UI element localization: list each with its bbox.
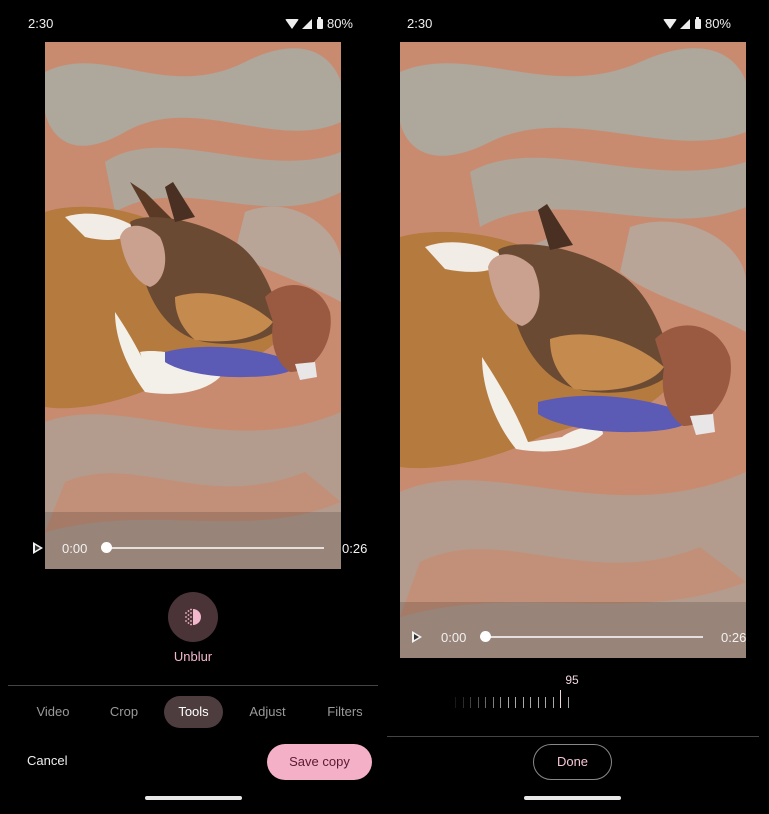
unblur-icon [185, 608, 201, 626]
cancel-button[interactable]: Cancel [27, 753, 67, 768]
slider-tick [530, 697, 531, 708]
tab-crop[interactable]: Crop [98, 696, 150, 728]
duration: 0:26 [721, 630, 747, 645]
slider-tick [522, 697, 524, 708]
slider-tick [492, 697, 494, 708]
slider-tick [515, 697, 516, 708]
slider-tick [552, 697, 554, 708]
seek-thumb[interactable] [480, 631, 491, 642]
tab-adjust[interactable]: Adjust [240, 696, 295, 728]
video-preview[interactable] [400, 42, 746, 658]
divider [8, 685, 378, 686]
video-frame [45, 42, 341, 569]
tab-video[interactable]: Video [27, 696, 79, 728]
save-copy-button[interactable]: Save copy [267, 744, 372, 780]
video-player-controls: 0:00 0:26 [385, 625, 769, 649]
slider-tick [567, 697, 569, 708]
play-icon[interactable] [33, 542, 43, 554]
status-bar: 2:30 80% [385, 14, 769, 34]
slider-current-tick [560, 690, 561, 708]
slider-tick [455, 697, 456, 708]
battery-icon [316, 16, 323, 29]
unblur-tool-button[interactable] [168, 592, 218, 642]
slider-tick [537, 697, 539, 708]
cellular-signal-icon [679, 18, 690, 29]
slider-tick [470, 697, 471, 708]
unblur-tool-label: Unblur [173, 649, 213, 664]
seek-bar[interactable] [107, 547, 324, 549]
gesture-navigation-handle[interactable] [145, 796, 242, 800]
seek-thumb[interactable] [101, 542, 112, 553]
editor-screen-tools: 2:30 80% 0:00 0:26 Unblur Video Crop Too… [0, 0, 385, 814]
video-player-controls: 0:00 0:26 [0, 536, 385, 560]
battery-percent: 80% [704, 16, 731, 31]
slider-tick [485, 697, 486, 708]
video-frame [400, 42, 746, 658]
gesture-navigation-handle[interactable] [524, 796, 621, 800]
editor-tabs: Video Crop Tools Adjust Filters [0, 696, 385, 728]
seek-bar[interactable] [486, 636, 703, 638]
divider [387, 736, 759, 737]
status-time: 2:30 [28, 16, 54, 31]
video-preview[interactable] [45, 42, 341, 569]
cellular-signal-icon [301, 18, 312, 29]
slider-tick [477, 697, 479, 708]
status-bar: 2:30 80% [0, 14, 385, 34]
play-icon[interactable] [412, 631, 422, 643]
unblur-strength-slider[interactable] [455, 690, 585, 710]
unblur-strength-value: 95 [565, 673, 579, 687]
slider-tick [507, 697, 509, 708]
wifi-icon [662, 18, 677, 29]
status-time: 2:30 [407, 16, 433, 31]
slider-tick [500, 697, 501, 708]
slider-tick [462, 697, 464, 708]
tab-filters[interactable]: Filters [316, 696, 374, 728]
done-button[interactable]: Done [533, 744, 612, 780]
current-time: 0:00 [62, 541, 88, 556]
wifi-icon [284, 18, 299, 29]
battery-percent: 80% [326, 16, 353, 31]
editor-screen-unblur: 2:30 80% 0:00 0:26 95 Done [385, 0, 769, 814]
duration: 0:26 [342, 541, 368, 556]
status-icons: 80% [284, 16, 353, 31]
current-time: 0:00 [441, 630, 467, 645]
slider-tick [545, 697, 546, 708]
status-icons: 80% [662, 16, 731, 31]
battery-icon [694, 16, 701, 29]
tab-tools[interactable]: Tools [164, 696, 223, 728]
